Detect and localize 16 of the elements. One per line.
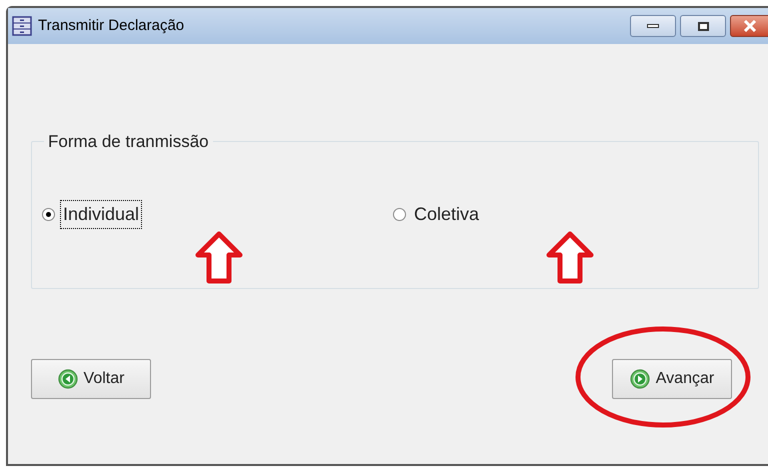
play-icon (630, 369, 650, 389)
up-arrow-annotation (194, 230, 244, 284)
radio-button[interactable] (42, 208, 55, 220)
up-arrow-annotation (544, 230, 594, 284)
close-icon (743, 20, 757, 32)
minimize-button[interactable] (630, 15, 676, 37)
group-legend: Forma de tranmissão (44, 129, 213, 154)
radio-label[interactable]: Coletiva (412, 200, 482, 228)
close-button[interactable] (730, 15, 768, 37)
window-icon (12, 16, 32, 36)
radio-button[interactable] (393, 208, 406, 220)
maximize-button[interactable] (680, 15, 726, 37)
back-button[interactable]: Voltar (31, 359, 151, 399)
next-button[interactable]: Avançar (612, 359, 732, 399)
radio-label[interactable]: Individual (61, 200, 142, 228)
window-title: Transmitir Declaração (38, 16, 184, 36)
